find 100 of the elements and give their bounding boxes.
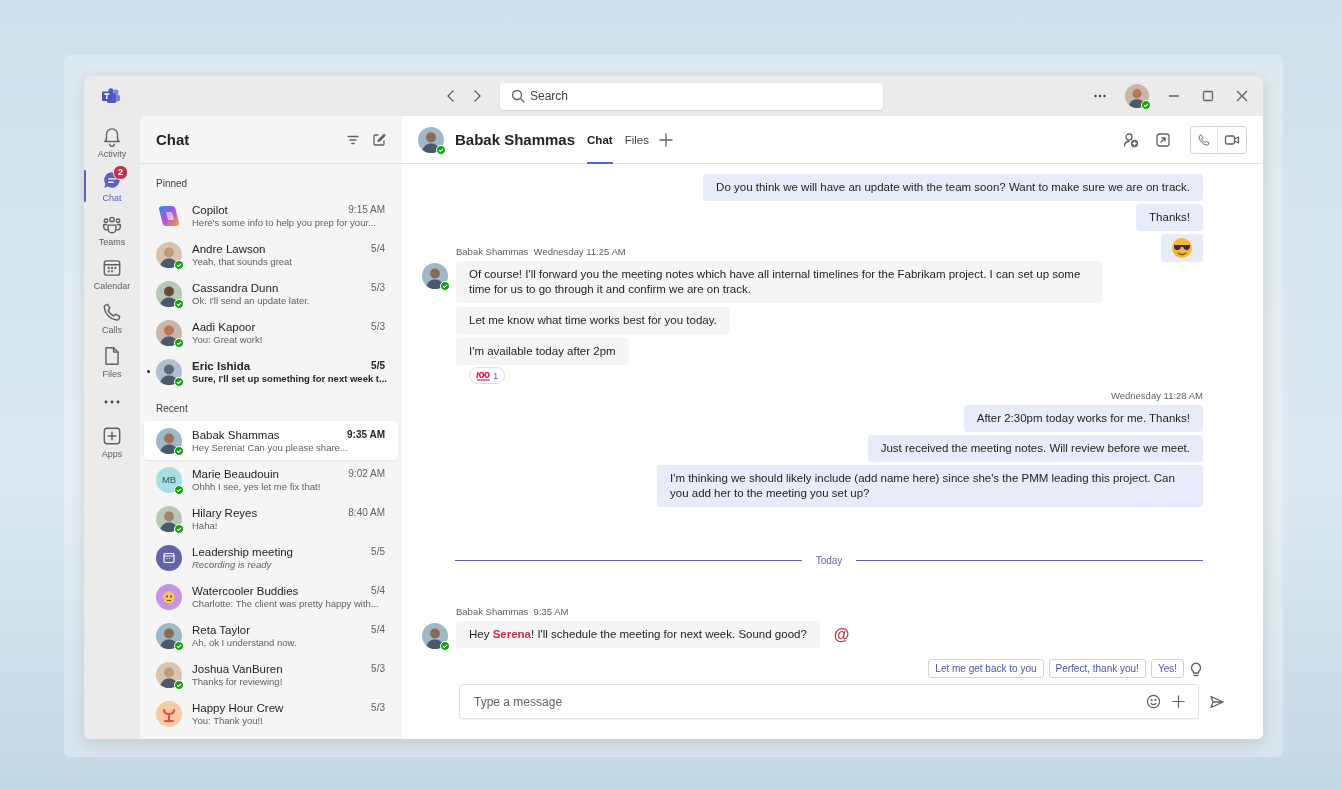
contact-name: Cassandra Dunn [192,281,279,294]
timestamp: 5/4 [371,584,385,597]
phone-icon [101,301,123,323]
rail-item[interactable]: Activity [84,122,140,162]
contact-name: Eric Ishida [192,359,251,372]
chat-list-item[interactable]: Hilary Reyes 8:40 AM Haha! [144,499,398,538]
chat-list-item[interactable]: Eric Ishida 5/5 Sure, I'll set up something for next week t... [144,352,398,391]
avatar [422,263,448,289]
received-message: Hey Serena! I'll schedule the meeting for next week. Sound good? [456,621,820,648]
emoji-button[interactable] [1146,694,1161,709]
initials-avatar: MB [156,466,182,493]
message-sender-and-time: Babak Shammas Wednesday 11:25 AM [456,246,627,257]
message-preview: Ah, ok I understand now. [192,636,298,648]
timestamp: 5/4 [371,623,385,636]
message-timestamp: Wednesday 11:28 AM [1110,390,1203,401]
tab[interactable]: Chat [587,115,613,164]
add-attachment-button[interactable] [1171,694,1186,709]
avatar [418,126,444,153]
section-heading: Recent [155,402,189,416]
contact-name: Joshua VanBuren [192,662,283,675]
sent-message: After 2:30pm today works for me. Thanks! [963,405,1203,432]
contact-name: Marie Beaudouin [192,467,279,480]
compose-icon [372,132,386,147]
message-preview: Ok. I'll send an update later. [192,294,311,306]
contact-name: Copilot [192,203,228,216]
message-preview: You: Great work! [192,333,264,345]
rail-item[interactable]: Calendar [84,254,140,294]
contact-name: Babak Shammas [192,428,280,441]
timestamp: 8:40 AM [348,506,385,519]
contact-name: Leadership meeting [192,545,293,558]
mention-mark: @ [833,625,850,644]
rail-item[interactable]: Files [84,342,140,382]
profile-avatar [1125,84,1149,108]
timestamp: 9:02 AM [348,467,385,480]
close-icon [1235,89,1249,103]
message-preview: Ohhh I see, yes let me fix that! [192,480,322,492]
chat-list-item[interactable]: Reta Taylor 5/4 Ah, ok I understand now. [144,616,398,655]
rail-item[interactable]: Apps [84,422,140,462]
message-preview: Yeah, that sounds great [192,255,293,267]
message-preview: Here's some info to help you prep for your... [192,216,377,228]
avatar [156,622,182,649]
chat-list-item[interactable]: Copilot 9:15 AM Here's some info to help you prep for your... [144,196,398,235]
presence-available-icon [1141,100,1151,110]
tab[interactable]: Files [624,115,649,164]
sent-message: I'm thinking we should likely include (add name here) since she's the PMM leading this project. Can you add her to the meeting you set up? [657,465,1203,507]
chat-list-item[interactable]: MB Marie Beaudouin 9:02 AM Ohhh I see, yes let me fix that! [144,460,398,499]
avatar [156,427,182,454]
chat-list-item[interactable]: Leadership meeting 5/5 Recording is ready [144,538,398,577]
timestamp: 5/3 [371,701,385,714]
timestamp: 5/4 [371,242,385,255]
message-preview: Haha! [192,519,219,531]
add-tab-button[interactable] [658,132,673,147]
chat-list-item[interactable]: Happy Hour Crew 5/3 You: Thank you!! [144,694,398,733]
avatar [156,241,182,268]
timestamp: 9:35 AM [347,428,385,441]
suggested-reply[interactable]: Perfect, thank you! [1048,659,1146,678]
message-sender-and-time: Babak Shammas 9:35 AM [456,606,570,617]
chat-list-item[interactable]: Joshua VanBuren 5/3 Thanks for reviewing! [144,655,398,694]
rail-item[interactable]: Teams [84,210,140,250]
message-composer[interactable]: Type a message [459,684,1199,719]
maximize-icon [1201,89,1215,103]
pop-out-icon [1155,131,1171,148]
timestamp: 5/3 [371,320,385,333]
app-logo-icon [102,88,120,104]
search-field[interactable]: Search [500,82,883,110]
plus-icon [658,132,673,147]
chat-title: Babak Shammas [455,131,576,148]
timestamp: 9:15 AM [348,203,385,216]
sent-message: Do you think we will have an update with the team soon? Want to make sure we are on track. [703,174,1203,201]
smiley-icon [1146,694,1161,709]
hundred-points-emoji-icon [476,370,491,381]
send-button[interactable] [1209,693,1225,710]
message-preview: Thanks for reviewing! [192,675,284,687]
sent-message: Just received the meeting notes. Will review before we meet. [867,435,1203,462]
contact-name: Aadi Kapoor [192,320,256,333]
received-message: I'm available today after 2pm [456,338,629,365]
rail-item[interactable]: 2 Chat [84,166,140,206]
contact-name: Andre Lawson [192,242,266,255]
group-avatar-icon [156,700,182,727]
message-preview: Charlotte: The client was pretty happy with... [192,597,380,609]
lightbulb-icon [1189,660,1203,677]
suggested-reply[interactable]: Let me get back to you [928,659,1044,678]
video-camera-icon [1224,132,1240,147]
reaction-button[interactable]: 1 [469,367,506,384]
chat-list-item[interactable]: Aadi Kapoor 5/3 You: Great work! [144,313,398,352]
chat-list-item[interactable]: Andre Lawson 5/4 Yeah, that sounds great [144,235,398,274]
contact-name: Happy Hour Crew [192,701,284,714]
more-icon [103,399,121,405]
group-avatar-icon [156,583,182,610]
chat-list-item[interactable]: Cassandra Dunn 5/3 Ok. I'll send an update later. [144,274,398,313]
rail-item[interactable]: Calls [84,298,140,338]
suggested-reply[interactable]: Yes! [1150,659,1184,678]
plus-icon [1171,694,1186,709]
sent-message: Thanks! [1136,204,1203,231]
new-chat-button[interactable] [372,132,386,147]
chat-list-item[interactable]: Babak Shammas 9:35 AM Hey Serena! Can you please share... [144,421,398,460]
contact-name: Watercooler Buddies [192,584,299,597]
message-preview: Sure, I'll set up something for next week t... [192,372,385,384]
chat-list-item[interactable]: Watercooler Buddies 5/4 Charlotte: The client was pretty happy with... [144,577,398,616]
message-preview: Recording is ready [192,558,273,570]
